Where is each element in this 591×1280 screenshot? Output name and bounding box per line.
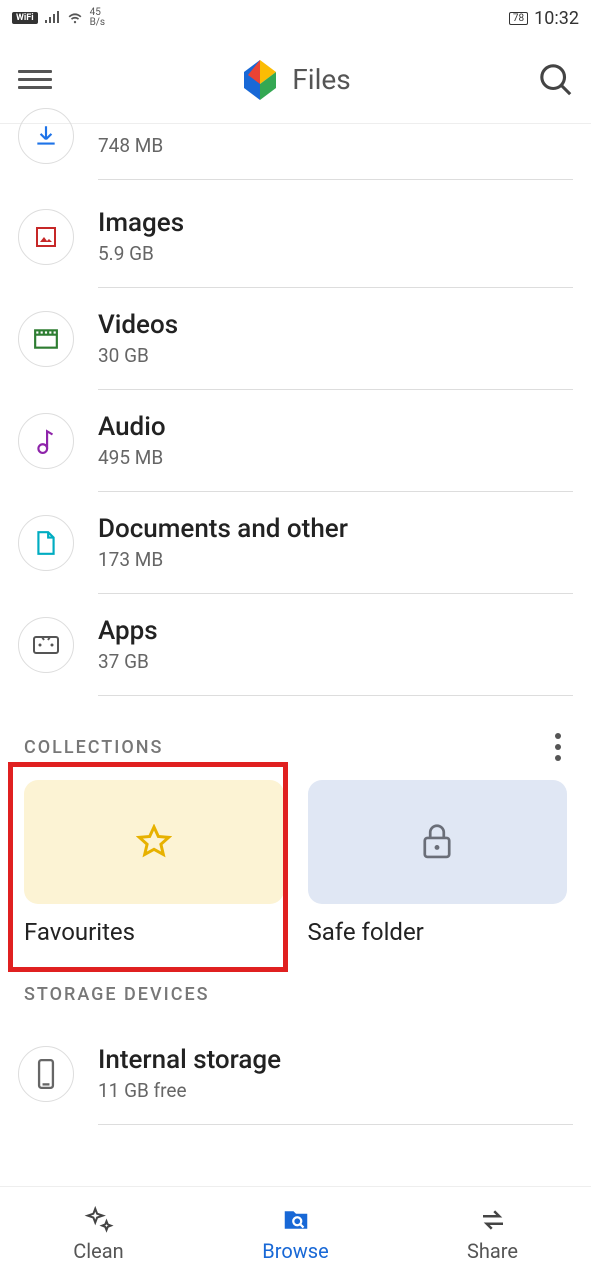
app-header: Files (0, 36, 591, 124)
apps-icon (18, 617, 74, 673)
nav-clean-label: Clean (73, 1239, 123, 1263)
category-apps[interactable]: Apps 37 GB (0, 594, 591, 696)
nav-share[interactable]: Share (394, 1187, 591, 1280)
folder-search-icon (281, 1205, 311, 1235)
category-size: 37 GB (98, 650, 573, 673)
category-body: Images 5.9 GB (98, 186, 573, 288)
status-right: 78 10:32 (509, 8, 579, 29)
sparkle-icon (84, 1205, 114, 1235)
storage-internal[interactable]: Internal storage 11 GB free (0, 1023, 591, 1125)
category-title: Documents and other (98, 514, 573, 544)
wifi-icon (66, 11, 84, 25)
battery-indicator: 78 (509, 12, 528, 25)
category-images[interactable]: Images 5.9 GB (0, 186, 591, 288)
category-body: Videos 30 GB (98, 288, 573, 390)
document-icon (18, 515, 74, 571)
category-documents[interactable]: Documents and other 173 MB (0, 492, 591, 594)
safe-folder-tile (308, 780, 568, 904)
bottom-nav: Clean Browse Share (0, 1186, 591, 1280)
video-icon (18, 311, 74, 367)
category-size: 173 MB (98, 548, 573, 571)
favourites-label: Favourites (24, 918, 284, 946)
wifi-badge: WiFi (12, 12, 38, 24)
storage-header: STORAGE DEVICES (24, 984, 210, 1005)
collections-header: COLLECTIONS (24, 737, 163, 758)
image-icon (18, 209, 74, 265)
storage-title: Internal storage (98, 1045, 573, 1075)
category-body: Audio 495 MB (98, 390, 573, 492)
category-body: Apps 37 GB (98, 594, 573, 696)
star-icon (136, 824, 172, 860)
download-icon (18, 108, 74, 164)
collections-header-row: COLLECTIONS (0, 696, 591, 780)
storage-sub: 11 GB free (98, 1079, 573, 1102)
category-size: 495 MB (98, 446, 573, 469)
files-app-logo-icon (240, 60, 280, 100)
category-title: Images (98, 208, 573, 238)
category-videos[interactable]: Videos 30 GB (0, 288, 591, 390)
collection-favourites[interactable]: Favourites (24, 780, 284, 946)
favourites-tile (24, 780, 284, 904)
clock: 10:32 (534, 8, 579, 29)
categories-list: 748 MB Images 5.9 GB Videos 30 GB Audio … (0, 124, 591, 696)
category-downloads[interactable]: 748 MB (0, 124, 591, 186)
category-body: 748 MB (98, 124, 573, 180)
status-left: WiFi 45 B/s (12, 8, 105, 28)
nav-clean[interactable]: Clean (0, 1187, 197, 1280)
audio-icon (18, 413, 74, 469)
network-speed: 45 B/s (90, 8, 106, 28)
hamburger-menu-button[interactable] (18, 63, 52, 97)
header-title-wrap: Files (70, 60, 521, 100)
category-size: 30 GB (98, 344, 573, 367)
nav-share-label: Share (467, 1239, 518, 1263)
category-audio[interactable]: Audio 495 MB (0, 390, 591, 492)
collections-more-button[interactable] (547, 732, 569, 762)
storage-body: Internal storage 11 GB free (98, 1023, 573, 1125)
status-bar: WiFi 45 B/s 78 10:32 (0, 0, 591, 36)
collection-safe-folder[interactable]: Safe folder (308, 780, 568, 946)
app-title: Files (292, 63, 350, 96)
category-title: Apps (98, 616, 573, 646)
storage-header-row: STORAGE DEVICES (0, 974, 591, 1023)
nav-browse[interactable]: Browse (197, 1187, 394, 1280)
net-speed-unit: B/s (90, 18, 106, 28)
lock-icon (420, 823, 454, 861)
nav-browse-label: Browse (262, 1239, 328, 1263)
search-button[interactable] (539, 63, 573, 97)
category-size: 748 MB (98, 134, 573, 157)
category-title: Videos (98, 310, 573, 340)
category-size: 5.9 GB (98, 242, 573, 265)
safe-folder-label: Safe folder (308, 918, 568, 946)
category-title: Audio (98, 412, 573, 442)
category-body: Documents and other 173 MB (98, 492, 573, 594)
collections-grid: Favourites Safe folder (0, 780, 591, 974)
signal-icon (44, 11, 60, 25)
swap-arrows-icon (478, 1205, 508, 1235)
phone-icon (18, 1046, 74, 1102)
